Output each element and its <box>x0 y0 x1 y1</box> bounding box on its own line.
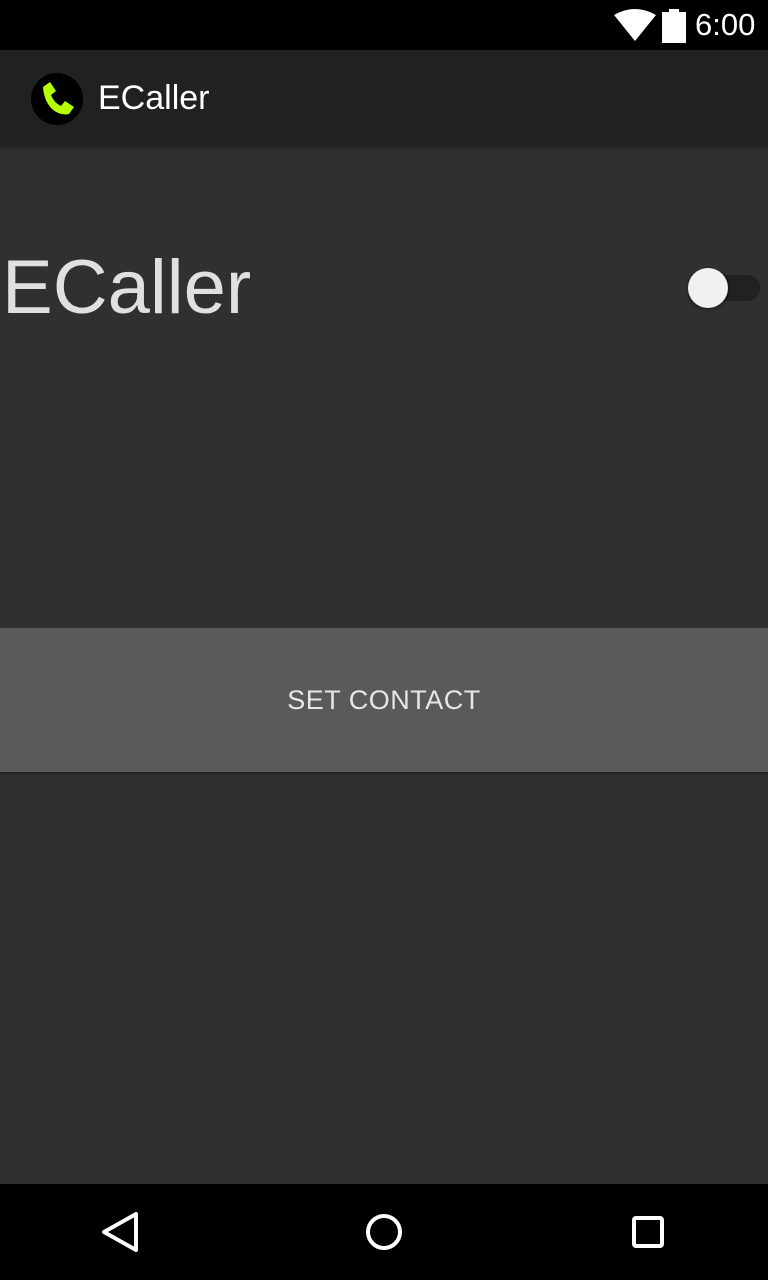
app-title: ECaller <box>98 79 210 117</box>
ecaller-label: ECaller <box>2 245 252 330</box>
back-icon[interactable] <box>92 1204 148 1260</box>
recents-icon[interactable] <box>620 1204 676 1260</box>
toggle-thumb <box>688 268 728 308</box>
action-bar: ECaller <box>0 50 768 146</box>
navigation-bar <box>0 1184 768 1280</box>
home-icon[interactable] <box>356 1204 412 1260</box>
status-time: 6:00 <box>695 7 756 42</box>
phone-app-icon[interactable] <box>30 72 84 126</box>
battery-icon <box>662 9 686 43</box>
set-contact-button[interactable]: SET CONTACT <box>0 628 768 772</box>
wifi-icon <box>614 9 656 41</box>
status-bar: 6:00 <box>0 0 768 50</box>
ecaller-toggle-switch[interactable] <box>686 266 762 310</box>
